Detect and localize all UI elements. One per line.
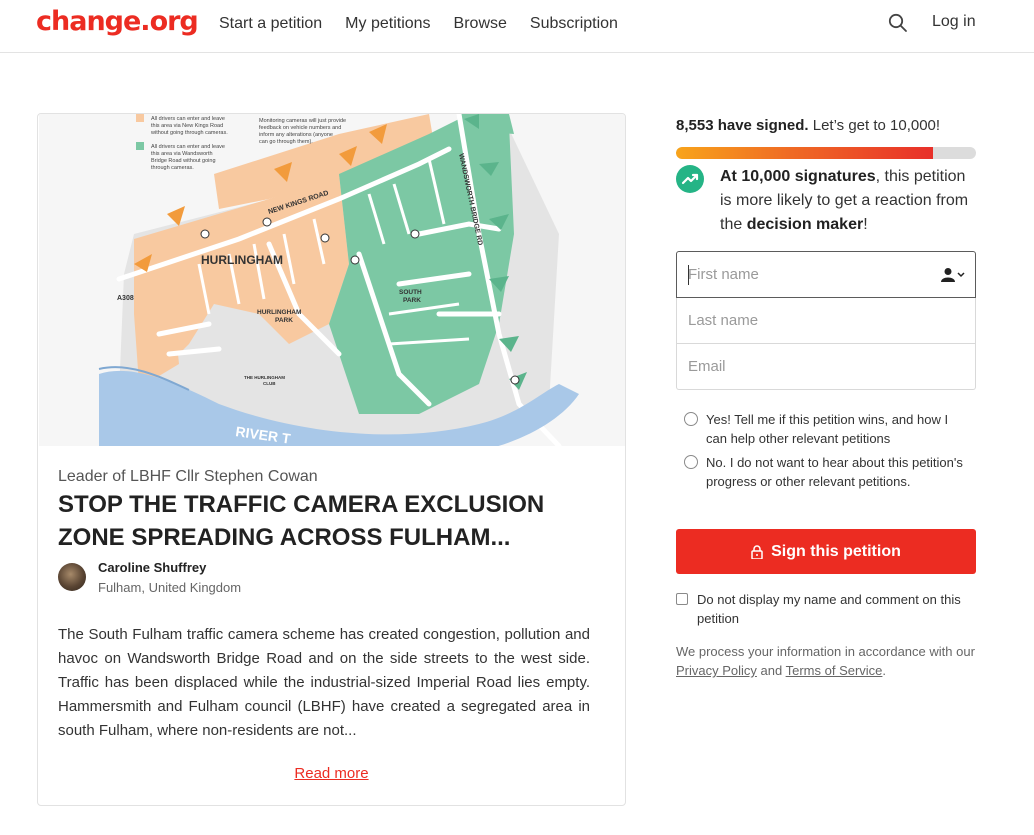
svg-text:this area via New Kings Road: this area via New Kings Road (151, 123, 223, 129)
sign-form (676, 251, 976, 390)
petition-title: STOP THE TRAFFIC CAMERA EXCLUSION ZONE S… (58, 491, 545, 551)
goal-bold: At 10,000 signatures (720, 168, 876, 185)
author-location: Fulham, United Kingdom (98, 580, 242, 595)
lock-icon (751, 544, 763, 559)
svg-text:this area via Wandsworth: this area via Wandsworth (151, 151, 213, 157)
privacy-end: . (882, 663, 887, 678)
goal-decision-maker: decision maker (746, 216, 864, 233)
svg-text:feedback on vehicle numbers an: feedback on vehicle numbers and (259, 125, 341, 131)
hide-name-label[interactable]: Do not display my name and comment on th… (697, 590, 969, 628)
privacy-policy-link[interactable]: Privacy Policy (676, 663, 757, 678)
nav-browse[interactable]: Browse (454, 15, 507, 33)
radio-yes-row[interactable]: Yes! Tell me if this petition wins, and … (684, 410, 964, 448)
svg-text:THE HURLINGHAM: THE HURLINGHAM (244, 375, 285, 380)
svg-text:Bridge Road without going: Bridge Road without going (151, 158, 216, 164)
hide-name-row[interactable]: Do not display my name and comment on th… (676, 590, 969, 628)
signed-goal-text: Let’s get to 10,000! (808, 117, 941, 134)
petition-map-image: All drivers can enter and leave this are… (39, 114, 625, 446)
privacy-and: and (756, 663, 786, 678)
svg-text:PARK: PARK (403, 297, 421, 304)
map-label-hurlingham: HURLINGHAM (201, 253, 283, 267)
radio-no-row[interactable]: No. I do not want to hear about this pet… (684, 453, 964, 491)
change-org-logo[interactable]: change.org (36, 6, 199, 37)
site-header: change.org Start a petition My petitions… (0, 0, 1034, 53)
svg-text:HURLINGHAM: HURLINGHAM (257, 309, 301, 316)
svg-text:PARK: PARK (275, 317, 293, 324)
signature-progress-fill (676, 147, 933, 159)
radio-yes[interactable] (684, 412, 698, 426)
trending-up-icon (676, 165, 704, 193)
svg-text:through cameras.: through cameras. (151, 165, 194, 171)
goal-end: ! (863, 216, 868, 233)
privacy-prefix: We process your information in accordanc… (676, 644, 975, 659)
signature-count: 8,553 have signed. Let’s get to 10,000! (676, 117, 940, 134)
svg-text:All drivers can enter and leav: All drivers can enter and leave (151, 116, 225, 122)
main-nav: Start a petition My petitions Browse Sub… (219, 15, 641, 33)
svg-text:without going through cameras.: without going through cameras. (150, 130, 228, 136)
read-more-link[interactable]: Read more (38, 765, 625, 782)
signature-goal-message: At 10,000 signatures, this petition is m… (720, 165, 980, 237)
svg-text:inform any alterations (anyone: inform any alterations (anyone (259, 132, 333, 138)
radio-no[interactable] (684, 455, 698, 469)
svg-text:A308: A308 (117, 295, 134, 302)
author-name[interactable]: Caroline Shuffrey (98, 560, 206, 575)
signature-progress-bar (676, 147, 976, 159)
hide-name-checkbox[interactable] (676, 593, 688, 605)
first-name-field-wrap (676, 251, 976, 298)
petition-description: The South Fulham traffic camera scheme h… (58, 626, 590, 739)
svg-text:SOUTH: SOUTH (399, 289, 422, 296)
radio-yes-label[interactable]: Yes! Tell me if this petition wins, and … (706, 410, 964, 448)
privacy-notice: We process your information in accordanc… (676, 642, 976, 680)
text-cursor (688, 265, 689, 285)
terms-of-service-link[interactable]: Terms of Service (786, 663, 883, 678)
svg-text:CLUB: CLUB (263, 381, 276, 386)
email-field-wrap (676, 344, 976, 390)
first-name-field[interactable] (677, 252, 975, 297)
svg-text:Monitoring cameras will just p: Monitoring cameras will just provide (259, 118, 346, 124)
login-link[interactable]: Log in (932, 13, 976, 31)
map-illustration: All drivers can enter and leave this are… (39, 114, 625, 446)
radio-no-label[interactable]: No. I do not want to hear about this pet… (706, 453, 964, 491)
last-name-field[interactable] (677, 298, 975, 343)
sign-button-label: Sign this petition (771, 542, 901, 560)
svg-text:can go through them).: can go through them). (259, 139, 313, 145)
petition-card: All drivers can enter and leave this are… (37, 113, 626, 806)
svg-text:All drivers can enter and leav: All drivers can enter and leave (151, 144, 225, 150)
last-name-field-wrap (676, 298, 976, 344)
person-dropdown-icon[interactable] (941, 267, 965, 283)
author-avatar (58, 563, 86, 591)
nav-subscription[interactable]: Subscription (530, 15, 618, 33)
sign-petition-button[interactable]: Sign this petition (676, 529, 976, 574)
nav-my-petitions[interactable]: My petitions (345, 15, 430, 33)
search-icon[interactable] (888, 13, 908, 33)
signed-count-text: 8,553 have signed. (676, 117, 809, 134)
petition-decision-maker: Leader of LBHF Cllr Stephen Cowan (58, 468, 318, 485)
email-field[interactable] (677, 344, 975, 389)
nav-start-petition[interactable]: Start a petition (219, 15, 322, 33)
